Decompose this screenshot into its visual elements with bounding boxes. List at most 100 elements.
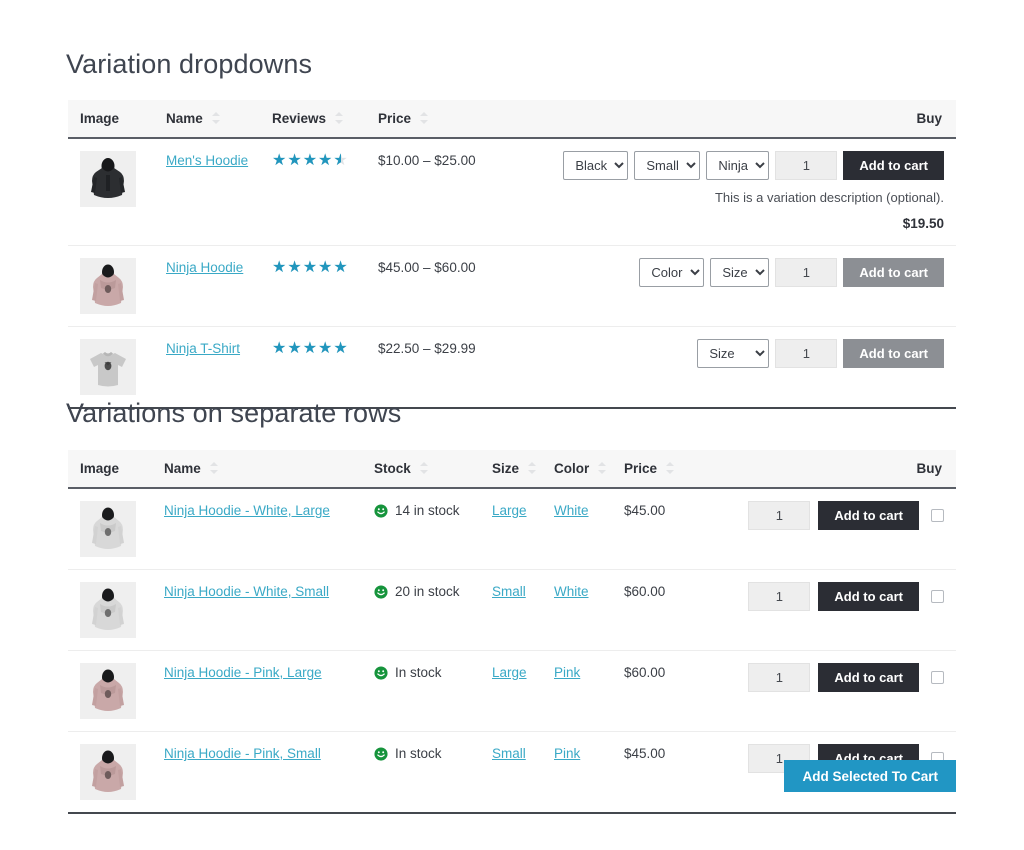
quantity-input[interactable] (775, 151, 837, 180)
cell-color: White (546, 488, 616, 570)
product-link[interactable]: Ninja Hoodie - White, Large (164, 503, 330, 518)
cell-price: $45.00 – $60.00 (370, 246, 492, 327)
cell-name: Men's Hoodie (158, 138, 264, 246)
column-header-stock[interactable]: Stock (366, 450, 484, 488)
stock-status: In stock (374, 663, 476, 683)
product-tables-page: Variation dropdowns Image Name Reviews (0, 0, 1024, 850)
pink-hoodie-thumbnail[interactable] (80, 663, 136, 719)
cell-size: Large (484, 488, 546, 570)
add-selected-to-cart-button[interactable]: Add Selected To Cart (784, 760, 956, 792)
quantity-input[interactable] (748, 582, 810, 611)
variation-description: This is a variation description (optiona… (500, 189, 944, 208)
quantity-input[interactable] (775, 258, 837, 287)
cell-image (68, 570, 156, 651)
cell-name: Ninja Hoodie - White, Small (156, 570, 366, 651)
variation-select-color[interactable]: Color (639, 258, 704, 287)
add-to-cart-button[interactable]: Add to cart (818, 663, 919, 692)
select-row-checkbox[interactable] (931, 590, 944, 603)
pink-hoodie-thumbnail[interactable] (80, 258, 136, 314)
star-rating: ★★★★★ ★★★★★ (272, 259, 349, 275)
sort-icon[interactable] (420, 111, 429, 125)
size-link[interactable]: Large (492, 503, 527, 518)
variation-select-size[interactable]: Size (710, 258, 769, 287)
smiley-face-icon (374, 747, 388, 761)
stock-status: 20 in stock (374, 582, 476, 602)
column-header-size[interactable]: Size (484, 450, 546, 488)
size-link[interactable]: Small (492, 746, 526, 761)
column-header-size-label: Size (492, 461, 519, 476)
column-header-name[interactable]: Name (158, 100, 264, 138)
variation-select-size[interactable]: Small (634, 151, 700, 180)
cell-name: Ninja T-Shirt (158, 327, 264, 409)
column-header-color[interactable]: Color (546, 450, 616, 488)
column-header-name[interactable]: Name (156, 450, 366, 488)
variation-select-color[interactable]: Black (563, 151, 628, 180)
add-to-cart-button[interactable]: Add to cart (818, 582, 919, 611)
color-link[interactable]: White (554, 503, 589, 518)
sort-icon[interactable] (210, 461, 219, 475)
sort-icon[interactable] (666, 461, 675, 475)
price: $45.00 (624, 746, 665, 761)
variation-price: $19.50 (500, 214, 944, 234)
black-hoodie-thumbnail[interactable] (80, 151, 136, 207)
color-link[interactable]: Pink (554, 746, 580, 761)
table-header-row: Image Name Stock Size Color Pr (68, 450, 956, 488)
white-hoodie-thumbnail[interactable] (80, 582, 136, 638)
color-link[interactable]: Pink (554, 665, 580, 680)
quantity-input[interactable] (775, 339, 837, 368)
product-link[interactable]: Ninja Hoodie - Pink, Large (164, 665, 322, 680)
sort-icon[interactable] (420, 461, 429, 475)
cell-buy: Size Add to cart (492, 327, 956, 409)
add-to-cart-button[interactable]: Add to cart (818, 501, 919, 530)
column-header-price-label: Price (378, 111, 411, 126)
table-row: Ninja T-Shirt ★★★★★ ★★★★★ $22.50 – $29.9… (68, 327, 956, 409)
column-header-name-label: Name (166, 111, 203, 126)
add-to-cart-button[interactable]: Add to cart (843, 151, 944, 180)
variation-dropdowns-table-container: Image Name Reviews Price Buy (68, 100, 956, 409)
stock-label: In stock (395, 663, 442, 683)
cell-price: $60.00 (616, 570, 724, 651)
grey-tshirt-thumbnail[interactable] (80, 339, 136, 395)
sort-icon[interactable] (212, 111, 221, 125)
column-header-price-label: Price (624, 461, 657, 476)
select-row-checkbox[interactable] (931, 671, 944, 684)
product-link[interactable]: Men's Hoodie (166, 153, 248, 168)
add-to-cart-button[interactable]: Add to cart (843, 339, 944, 368)
footer-actions: Add Selected To Cart (68, 760, 956, 792)
variation-select-size[interactable]: Size (697, 339, 769, 368)
product-link[interactable]: Ninja Hoodie - Pink, Small (164, 746, 321, 761)
sort-icon[interactable] (598, 461, 607, 475)
smiley-face-icon (374, 666, 388, 680)
color-link[interactable]: White (554, 584, 589, 599)
column-header-buy: Buy (492, 100, 956, 138)
product-link[interactable]: Ninja Hoodie (166, 260, 243, 275)
column-header-color-label: Color (554, 461, 589, 476)
cell-buy: Add to cart (724, 488, 956, 570)
variation-select-logo[interactable]: Ninja (706, 151, 769, 180)
white-hoodie-thumbnail[interactable] (80, 501, 136, 557)
size-link[interactable]: Small (492, 584, 526, 599)
section-title-variations-separate-rows: Variations on separate rows (66, 400, 401, 427)
cell-buy: Color Size Add to cart (492, 246, 956, 327)
add-to-cart-form: Add to cart (732, 582, 944, 611)
select-row-checkbox[interactable] (931, 509, 944, 522)
quantity-input[interactable] (748, 663, 810, 692)
cell-color: White (546, 570, 616, 651)
cell-size: Small (484, 570, 546, 651)
stock-label: 14 in stock (395, 501, 460, 521)
table-header: Image Name Stock Size Color Pr (68, 450, 956, 488)
column-header-reviews[interactable]: Reviews (264, 100, 370, 138)
price: $45.00 (624, 503, 665, 518)
size-link[interactable]: Large (492, 665, 527, 680)
sort-icon[interactable] (335, 111, 344, 125)
product-link[interactable]: Ninja Hoodie - White, Small (164, 584, 329, 599)
table-row: Ninja Hoodie - White, Large 14 in stock (68, 488, 956, 570)
product-link[interactable]: Ninja T-Shirt (166, 341, 240, 356)
column-header-price[interactable]: Price (370, 100, 492, 138)
column-header-price[interactable]: Price (616, 450, 724, 488)
sort-icon[interactable] (528, 461, 537, 475)
cell-buy: Add to cart (724, 570, 956, 651)
cell-color: Pink (546, 651, 616, 732)
add-to-cart-button[interactable]: Add to cart (843, 258, 944, 287)
quantity-input[interactable] (748, 501, 810, 530)
